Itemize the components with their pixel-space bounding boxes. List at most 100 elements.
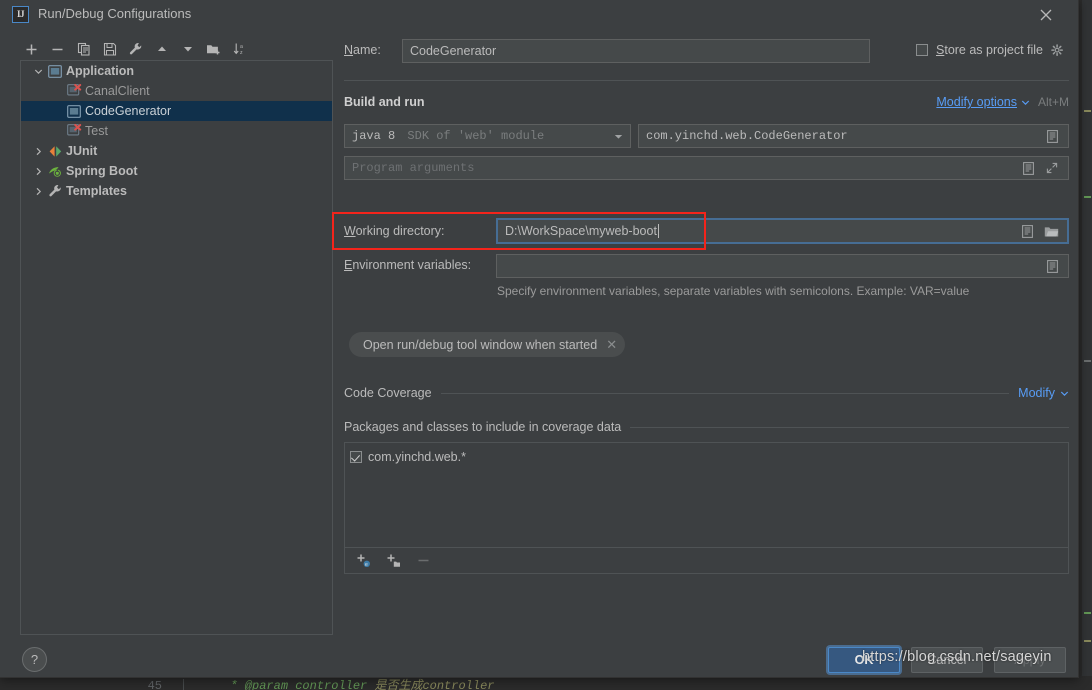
section-divider [441,393,1010,394]
jre-module-hint: SDK of 'web' module [407,129,544,143]
tree-node-label: CodeGenerator [85,104,171,118]
edit-templates-button[interactable] [124,38,147,61]
modify-options-shortcut: Alt+M [1038,95,1069,109]
store-as-project-file-row[interactable]: Store as project file [916,41,1066,59]
program-arguments-placeholder: Program arguments [352,161,474,175]
name-label: Name: [344,43,381,57]
jre-module-combobox[interactable]: java 8 SDK of 'web' module [344,124,631,148]
ok-button[interactable]: OK [828,647,900,673]
tree-node-label: Application [66,64,134,78]
tree-node-application[interactable]: Application [21,61,332,81]
chevron-down-icon[interactable] [29,61,47,81]
program-arguments-input[interactable]: Program arguments [344,156,1069,180]
copy-configuration-button[interactable] [72,38,95,61]
gear-icon[interactable] [1048,41,1066,59]
chevron-right-icon[interactable] [29,181,47,201]
folder-browse-icon[interactable] [1042,222,1060,240]
tree-node-label: Spring Boot [66,164,138,178]
chevron-down-icon[interactable] [1021,98,1030,107]
tree-node-label: CanalClient [85,84,150,98]
editor-gutter-divider: │ [180,679,230,690]
section-divider [344,80,1069,81]
editor-marker-gutter[interactable] [1082,0,1092,690]
chevron-down-icon[interactable] [1060,389,1069,398]
tree-node-spring-boot[interactable]: Spring Boot [21,161,332,181]
working-directory-value: D:\WorkSpace\myweb-boot [505,224,657,238]
environment-variables-input[interactable] [496,254,1069,278]
editor-comment-suffix: 是否生成controller [374,679,494,690]
code-coverage-section-header: Code Coverage Modify [344,386,1069,400]
dialog-titlebar: IJ Run/Debug Configurations [0,0,1078,30]
tree-node-test[interactable]: Test [21,121,332,141]
name-input[interactable]: CodeGenerator [402,39,870,63]
remove-entry-icon [414,552,432,570]
macro-icon[interactable] [1018,222,1036,240]
coverage-list-title: Packages and classes to include in cover… [344,420,621,434]
chevron-right-icon[interactable] [29,161,47,181]
intellij-idea-icon: IJ [12,6,29,23]
svg-text:e: e [364,562,367,568]
environment-variables-hint: Specify environment variables, separate … [497,284,969,298]
move-up-button[interactable] [150,38,173,61]
configuration-editor-pane: Name: CodeGenerator Store as project fil… [344,36,1069,636]
store-as-project-file-checkbox[interactable] [916,44,928,56]
tree-node-label: JUnit [66,144,97,158]
chevron-down-icon[interactable] [614,132,623,141]
coverage-item-label: com.yinchd.web.* [368,450,466,464]
save-configuration-button[interactable] [98,38,121,61]
sort-az-button[interactable]: a z [228,38,251,61]
expand-editor-icon[interactable] [1043,159,1061,177]
cancel-button[interactable]: Cancel [911,647,983,673]
tree-node-junit[interactable]: JUnit [21,141,332,161]
macro-icon[interactable] [1043,127,1061,145]
application-icon [66,103,82,119]
add-configuration-button[interactable] [20,38,43,61]
move-down-button[interactable] [176,38,199,61]
configurations-tree[interactable]: Application CanalClient CodeGenerator [20,60,333,635]
spring-boot-icon [47,163,63,179]
tree-node-label: Templates [66,184,127,198]
coverage-packages-list[interactable]: com.yinchd.web.* [344,442,1069,548]
application-error-icon [66,123,82,139]
add-package-icon[interactable] [384,552,402,570]
editor-line-number: 45 [0,679,180,690]
dialog-title: Run/Debug Configurations [38,6,191,21]
macro-icon[interactable] [1019,159,1037,177]
store-as-project-file-label: Store as project file [936,43,1043,57]
environment-variables-label: Environment variables: [344,258,471,272]
coverage-list-header: Packages and classes to include in cover… [344,420,1069,434]
code-coverage-title: Code Coverage [344,386,432,400]
jre-value: java 8 [352,129,395,143]
wrench-icon [47,183,63,199]
configurations-toolbar: a z [20,36,270,62]
help-button[interactable]: ? [22,647,47,672]
coverage-item-checkbox[interactable] [350,451,362,463]
application-error-icon [66,83,82,99]
editor-code-line: 45│ * @param controller 是否生成controller [0,676,1092,690]
modify-options-link[interactable]: Modify options [936,95,1017,109]
close-icon[interactable] [1024,0,1068,30]
working-directory-input[interactable]: D:\WorkSpace\myweb-boot [496,218,1069,244]
tree-node-templates[interactable]: Templates [21,181,332,201]
run-options-chip-row: Open run/debug tool window when started … [349,332,625,357]
name-input-value: CodeGenerator [410,44,496,58]
macro-icon[interactable] [1043,257,1061,275]
main-class-input[interactable]: com.yinchd.web.CodeGenerator [638,124,1069,148]
run-debug-configurations-dialog: IJ Run/Debug Configurations [0,0,1079,678]
new-folder-button[interactable] [202,38,225,61]
coverage-list-item[interactable]: com.yinchd.web.* [350,448,1063,466]
remove-configuration-button[interactable] [46,38,69,61]
main-class-value: com.yinchd.web.CodeGenerator [646,129,848,143]
junit-icon [47,143,63,159]
tree-node-canalclient[interactable]: CanalClient [21,81,332,101]
close-small-icon[interactable]: ✕ [606,337,617,353]
application-icon [47,63,63,79]
modify-options-row: Modify options Alt+M [936,95,1069,109]
open-tool-window-chip[interactable]: Open run/debug tool window when started … [349,332,625,357]
coverage-modify-link[interactable]: Modify [1018,386,1055,400]
working-directory-label: Working directory: [344,224,445,238]
add-class-icon[interactable]: e [354,552,372,570]
chevron-right-icon[interactable] [29,141,47,161]
tree-node-codegenerator[interactable]: CodeGenerator [21,101,332,121]
apply-button: Apply [994,647,1066,673]
